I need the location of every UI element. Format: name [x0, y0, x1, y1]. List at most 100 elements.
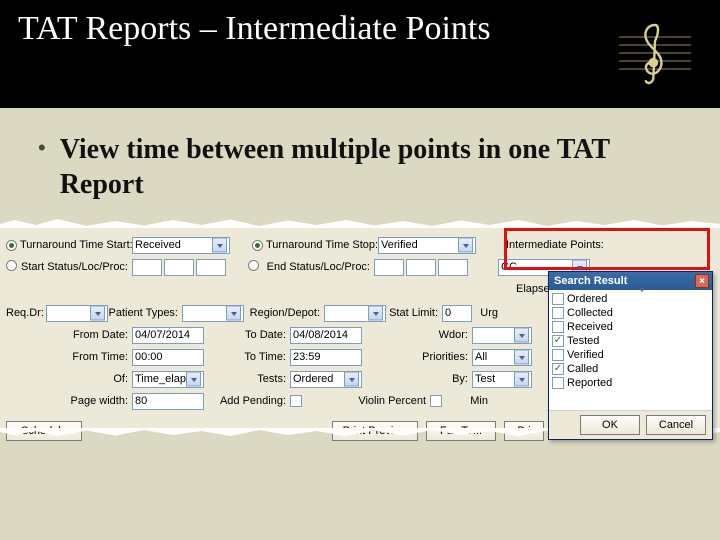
- violin-percent-label: Violin Percent: [302, 395, 430, 407]
- tests-select[interactable]: Ordered: [290, 371, 362, 388]
- torn-edge-top: [0, 218, 720, 228]
- priorities-select[interactable]: All: [472, 349, 532, 366]
- checkbox-received[interactable]: [552, 321, 564, 333]
- from-date-input[interactable]: 04/07/2014: [132, 327, 204, 344]
- add-pending-checkbox[interactable]: [290, 395, 302, 407]
- to-time-label: To Time:: [204, 351, 290, 363]
- stat-limit-input[interactable]: 0: [442, 305, 472, 322]
- wdor-select[interactable]: [472, 327, 532, 344]
- tat-start-value: Received: [135, 239, 181, 251]
- tests-value: Ordered: [293, 373, 333, 385]
- checkbox-verified[interactable]: [552, 349, 564, 361]
- search-result-popup: Search Result × Ordered Collected Receiv…: [548, 271, 713, 440]
- cancel-button[interactable]: Cancel: [646, 415, 706, 435]
- by-value: Test: [475, 373, 495, 385]
- slide-header: TAT Reports – Intermediate Points: [0, 0, 720, 108]
- close-icon[interactable]: ×: [695, 274, 709, 288]
- highlight-box: [504, 228, 710, 270]
- tat-stop-value: Verified: [381, 239, 418, 251]
- popup-title-text: Search Result: [554, 275, 627, 287]
- list-item: Collected: [552, 306, 709, 320]
- slide-body: • View time between multiple points in o…: [0, 108, 720, 216]
- start-slp-field-2[interactable]: [164, 259, 194, 276]
- priorities-value: All: [475, 351, 487, 363]
- end-slp-radio[interactable]: [248, 260, 259, 271]
- bullet-icon: •: [38, 132, 46, 164]
- list-item-label: Called: [567, 363, 598, 375]
- start-slp-field-3[interactable]: [196, 259, 226, 276]
- tat-start-label: Turnaround Time Start:: [20, 239, 132, 251]
- list-item-label: Verified: [567, 349, 604, 361]
- checkbox-reported[interactable]: [552, 377, 564, 389]
- urg-label: Urg: [472, 307, 502, 319]
- by-select[interactable]: Test: [472, 371, 532, 388]
- bullet-text: View time between multiple points in one…: [60, 132, 682, 202]
- stat-limit-value: 0: [445, 307, 451, 319]
- end-slp-field-2[interactable]: [406, 259, 436, 276]
- ok-button[interactable]: OK: [580, 415, 640, 435]
- reqdr-select[interactable]: [46, 305, 108, 322]
- from-date-label: From Date:: [6, 329, 132, 341]
- page-width-value: 80: [135, 395, 147, 407]
- start-slp-field-1[interactable]: [132, 259, 162, 276]
- list-item-label: Reported: [567, 377, 612, 389]
- tat-stop-select[interactable]: Verified: [378, 237, 476, 254]
- to-date-label: To Date:: [204, 329, 290, 341]
- list-item-label: Tested: [567, 335, 599, 347]
- popup-button-row: OK Cancel: [549, 410, 712, 439]
- end-slp-label: End Status/Loc/Proc:: [262, 261, 374, 273]
- tests-label: Tests:: [204, 373, 290, 385]
- from-time-input[interactable]: 00:00: [132, 349, 204, 366]
- start-slp-radio[interactable]: [6, 260, 17, 271]
- cancel-button-label: Cancel: [659, 419, 693, 431]
- page-width-input[interactable]: 80: [132, 393, 204, 410]
- list-item: Verified: [552, 348, 709, 362]
- checkbox-collected[interactable]: [552, 307, 564, 319]
- region-depot-label: Region/Depot:: [244, 307, 324, 319]
- from-time-label: From Time:: [6, 351, 132, 363]
- violin-percent-checkbox[interactable]: [430, 395, 442, 407]
- checkbox-called[interactable]: ✓: [552, 363, 564, 375]
- page-width-label: Page width:: [6, 395, 132, 407]
- by-label: By:: [362, 373, 472, 385]
- checkbox-ordered[interactable]: [552, 293, 564, 305]
- list-item: ✓Tested: [552, 334, 709, 348]
- of-value: Time_elap: [135, 373, 186, 385]
- patient-types-select[interactable]: [182, 305, 244, 322]
- start-slp-label: Start Status/Loc/Proc:: [20, 261, 132, 273]
- popup-titlebar[interactable]: Search Result ×: [549, 272, 712, 290]
- wdor-label: Wdor:: [362, 329, 472, 341]
- tat-start-select[interactable]: Received: [132, 237, 230, 254]
- ok-button-label: OK: [602, 419, 618, 431]
- to-time-value: 23:59: [293, 351, 321, 363]
- popup-list[interactable]: Ordered Collected Received ✓Tested Verif…: [549, 290, 712, 410]
- list-item: Reported: [552, 376, 709, 390]
- list-item: ✓Called: [552, 362, 709, 376]
- list-item: Received: [552, 320, 709, 334]
- tat-stop-radio[interactable]: [252, 240, 263, 251]
- slide-title: TAT Reports – Intermediate Points: [18, 8, 702, 51]
- from-time-value: 00:00: [135, 351, 163, 363]
- checkbox-tested[interactable]: ✓: [552, 335, 564, 347]
- end-slp-field-3[interactable]: [438, 259, 468, 276]
- list-item-label: Ordered: [567, 293, 607, 305]
- min-label: Min: [442, 395, 492, 407]
- priorities-label: Priorities:: [362, 351, 472, 363]
- stat-limit-label: Stat Limit:: [386, 307, 442, 319]
- end-slp-field-1[interactable]: [374, 259, 404, 276]
- region-depot-select[interactable]: [324, 305, 386, 322]
- of-label: Of:: [6, 373, 132, 385]
- to-time-input[interactable]: 23:59: [290, 349, 362, 366]
- from-date-value: 04/07/2014: [135, 329, 190, 341]
- list-item-label: Received: [567, 321, 613, 333]
- list-item-label: Collected: [567, 307, 613, 319]
- music-clef-logo: [610, 8, 700, 98]
- to-date-input[interactable]: 04/08/2014: [290, 327, 362, 344]
- reqdr-label: Req.Dr:: [6, 307, 46, 319]
- add-pending-label: Add Pending:: [204, 395, 290, 407]
- of-select[interactable]: Time_elap: [132, 371, 204, 388]
- patient-types-label: Patient Types:: [108, 307, 182, 319]
- tat-start-radio[interactable]: [6, 240, 17, 251]
- tat-stop-label: Turnaround Time Stop:: [266, 239, 378, 251]
- list-item: Ordered: [552, 292, 709, 306]
